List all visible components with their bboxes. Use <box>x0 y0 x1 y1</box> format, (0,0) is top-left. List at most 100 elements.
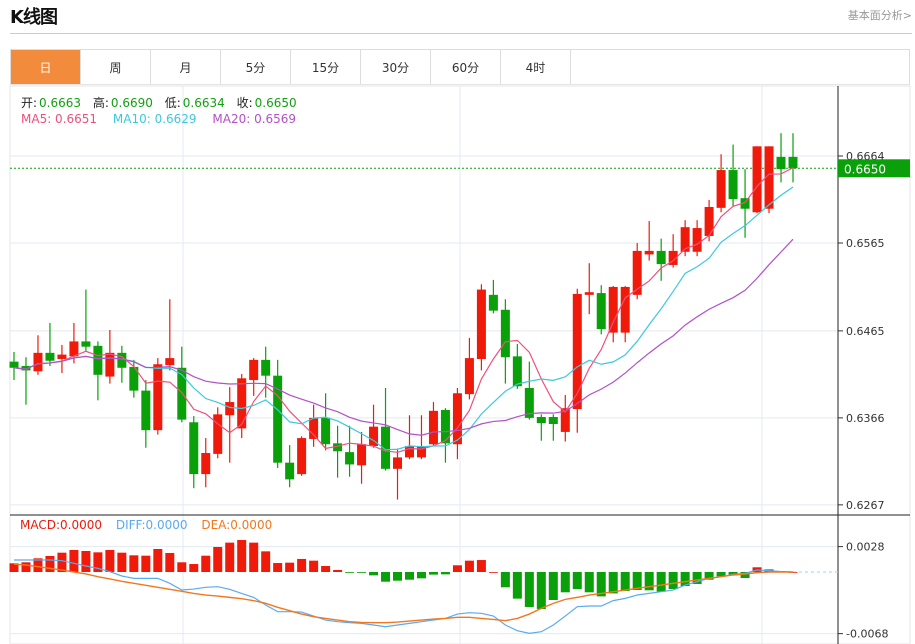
macd-bar <box>177 562 187 572</box>
macd-bar <box>476 560 486 572</box>
candle-up <box>213 414 223 454</box>
macd-bar <box>416 572 426 579</box>
macd-bar <box>369 572 379 576</box>
candle-down <box>285 462 295 480</box>
ohlc-readout: 开: 0.6663 高: 0.6690 低: 0.6634 收: 0.6650 <box>21 94 305 111</box>
candle-up <box>105 352 115 377</box>
macd-bar <box>440 572 450 575</box>
candle-down <box>189 422 199 475</box>
candle-up <box>153 364 163 431</box>
macd-bar <box>357 572 367 573</box>
candle-down <box>656 250 666 265</box>
macd-bar <box>512 572 522 599</box>
macd-bar <box>153 548 163 572</box>
price-tick-label: 0.6565 <box>846 237 885 250</box>
macd-bar <box>536 572 546 609</box>
macd-bar <box>464 560 474 572</box>
candle-up <box>584 292 594 295</box>
macd-bar <box>500 572 510 588</box>
high-label: 高: <box>92 96 109 110</box>
close-value: 0.6650 <box>254 96 297 110</box>
candle-down <box>440 409 450 444</box>
candle-up <box>716 170 726 208</box>
macd-bar <box>165 552 175 572</box>
macd-value: MACD:0.0000 <box>20 518 103 532</box>
macd-bar <box>428 572 438 575</box>
last-price-label: 0.6650 <box>844 162 886 176</box>
macd-bar <box>201 555 211 572</box>
macd-bar <box>656 572 666 592</box>
candle-down <box>177 367 187 420</box>
candle-down <box>345 452 355 465</box>
candle-up <box>428 410 438 445</box>
macd-bar <box>21 562 31 572</box>
macd-bar <box>189 564 199 572</box>
candle-down <box>93 345 103 375</box>
macd-bar <box>345 572 355 573</box>
candle-down <box>536 416 546 424</box>
macd-bar <box>69 549 79 572</box>
candle-down <box>728 170 738 200</box>
macd-bar <box>105 549 115 572</box>
macd-bar <box>81 550 91 572</box>
ma5-line <box>13 167 794 453</box>
candle-down <box>488 294 498 311</box>
candle-up <box>309 417 319 439</box>
macd-bar <box>213 546 223 572</box>
macd-bar <box>45 555 55 572</box>
macd-bar <box>381 572 391 582</box>
macd-bar <box>668 572 678 590</box>
candle-down <box>141 390 151 431</box>
dea-value: DEA:0.0000 <box>201 518 273 532</box>
candle-down <box>596 293 606 330</box>
candle-down <box>548 416 558 425</box>
macd-bar <box>488 572 498 573</box>
candle-up <box>357 444 367 466</box>
macd-bar <box>237 540 247 572</box>
low-label: 低: <box>164 96 181 110</box>
candle-up <box>464 358 474 395</box>
candle-up <box>393 457 403 469</box>
candle-up <box>404 445 414 458</box>
close-label: 收: <box>236 96 253 110</box>
price-tick-label: 0.6267 <box>846 499 885 512</box>
candle-up <box>249 359 259 381</box>
macd-bar <box>273 563 283 572</box>
macd-bar <box>393 572 403 581</box>
ma10-value: MA10: 0.6629 <box>112 112 197 126</box>
macd-bar <box>452 565 462 572</box>
candle-down <box>321 417 331 445</box>
macd-bar <box>333 570 343 572</box>
candle-down <box>500 309 510 358</box>
candle-down <box>788 156 798 169</box>
ma-readout: MA5: 0.6651 MA10: 0.6629 MA20: 0.6569 <box>21 112 298 126</box>
candle-up <box>297 438 307 475</box>
macd-bar <box>249 542 259 572</box>
macd-bar <box>572 572 582 590</box>
candle-up <box>57 354 67 359</box>
macd-bar <box>285 562 295 572</box>
candle-up <box>704 206 714 236</box>
macd-readout: MACD:0.0000 DIFF:0.0000 DEA:0.0000 <box>20 518 274 532</box>
ma5-value: MA5: 0.6651 <box>21 112 98 126</box>
macd-bar <box>608 572 618 594</box>
candle-up <box>33 352 43 372</box>
candle-up <box>225 402 235 416</box>
candle-up <box>692 228 702 252</box>
candle-up <box>644 250 654 255</box>
macd-bar <box>404 572 414 580</box>
price-tick-label: 0.6465 <box>846 325 885 338</box>
diff-value: DIFF:0.0000 <box>115 518 188 532</box>
candle-down <box>261 359 271 376</box>
macd-bar <box>117 552 127 572</box>
price-tick-label: 0.6366 <box>846 412 885 425</box>
candle-down <box>9 361 19 368</box>
high-value: 0.6690 <box>110 96 153 110</box>
macd-bar <box>225 542 235 572</box>
candle-up <box>165 358 175 366</box>
macd-bar <box>524 572 534 607</box>
low-value: 0.6634 <box>182 96 225 110</box>
candle-up <box>608 286 618 333</box>
candle-down <box>776 156 786 170</box>
macd-bar <box>297 558 307 572</box>
